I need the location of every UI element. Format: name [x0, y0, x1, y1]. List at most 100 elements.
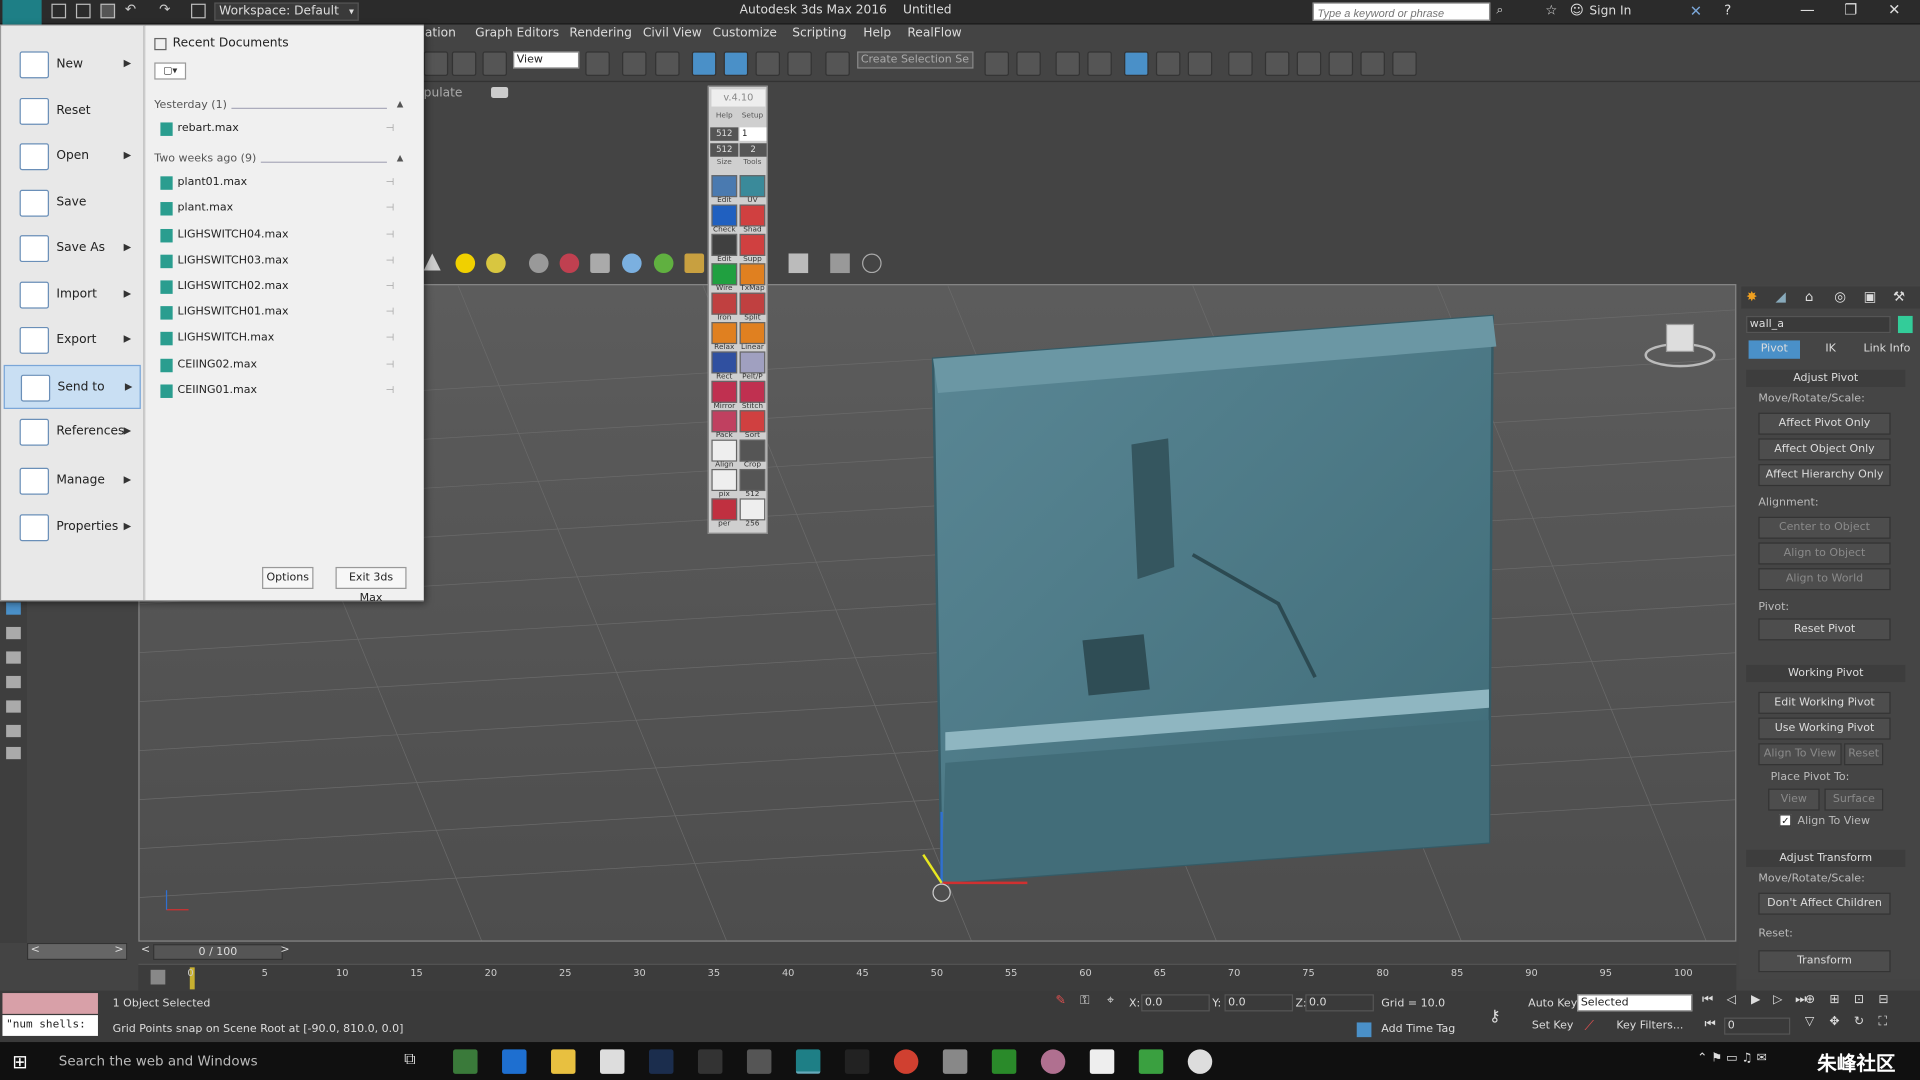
scene-explorer-icon[interactable] — [1087, 51, 1112, 76]
uv-tool-button[interactable] — [739, 292, 766, 315]
app-menu-save-as[interactable]: Save As ▶ — [4, 227, 141, 271]
task-view-icon[interactable]: ⧉ — [404, 1051, 415, 1069]
uv-tool-button[interactable] — [739, 468, 766, 492]
affect-hierarchy-only-button[interactable]: Affect Hierarchy Only — [1758, 464, 1891, 487]
pin-icon[interactable]: ⊣ — [386, 122, 395, 133]
keyboard-shortcut-icon[interactable] — [655, 51, 680, 76]
molecule-icon[interactable] — [559, 253, 580, 274]
track-bar[interactable]: 0 5 10 15 20 25 30 35 40 45 50 55 60 65 70 75 80 85 90 95 10… — [138, 963, 1737, 991]
align-icon[interactable] — [1016, 51, 1041, 76]
select-manipulate-icon[interactable] — [622, 51, 647, 76]
bone-icon[interactable] — [590, 253, 610, 274]
tab-ik[interactable]: IK — [1810, 340, 1852, 358]
zoom-extents-all-icon[interactable]: ⊟ — [1878, 993, 1888, 1006]
pin-icon[interactable]: ⊣ — [386, 358, 395, 369]
reset-working-pivot-button[interactable]: Reset — [1844, 743, 1884, 766]
taskbar-app-1-icon[interactable] — [453, 1049, 478, 1074]
uv-tool-button[interactable] — [711, 292, 738, 315]
time-slider-thumb[interactable]: 0 / 100 — [153, 944, 283, 961]
recent-file-item[interactable]: LIGHSWITCH01.max ⊣ — [158, 303, 403, 325]
tools-tab[interactable]: Tools — [740, 158, 766, 169]
ribbon-icon[interactable] — [1124, 51, 1149, 76]
rollout-adjust-transform[interactable]: Adjust Transform — [1746, 849, 1906, 867]
dont-affect-children-button[interactable]: Don't Affect Children — [1758, 892, 1891, 915]
uv-tool-button[interactable] — [711, 410, 738, 433]
photos-icon[interactable] — [746, 1049, 772, 1074]
uv-tool-button[interactable] — [739, 322, 766, 345]
pin-icon[interactable]: ⊣ — [386, 254, 395, 265]
sort-icon[interactable] — [6, 626, 21, 640]
layer-manager-icon[interactable] — [1055, 51, 1081, 76]
menu-rendering[interactable]: Rendering — [569, 27, 632, 40]
chrome-icon[interactable] — [893, 1049, 919, 1074]
menu-animation[interactable]: ation — [425, 27, 456, 40]
selected-dropdown[interactable]: Selected — [1577, 994, 1693, 1012]
center-to-object-button[interactable]: Center to Object — [1758, 516, 1891, 539]
schematic-view-icon[interactable] — [1187, 51, 1213, 76]
maximize-viewport-icon[interactable]: ⛶ — [1878, 1015, 1887, 1028]
res1-field[interactable]: 512 — [710, 127, 739, 141]
collapse-icon[interactable]: ▲ — [397, 153, 404, 163]
orbit-icon[interactable]: ↻ — [1854, 1015, 1864, 1028]
scale-tool-icon[interactable] — [451, 51, 477, 76]
explorer-scrollbar[interactable]: < > — [26, 942, 128, 961]
unreal-icon[interactable] — [1187, 1049, 1213, 1074]
ribbon-toggle-icon[interactable] — [491, 86, 509, 98]
list-icon[interactable] — [6, 675, 21, 689]
maxscript-listener-pink[interactable] — [2, 993, 98, 1014]
app-menu-save[interactable]: Save — [4, 181, 141, 225]
undo-icon[interactable]: ↶ — [125, 1, 136, 17]
percent-snap-icon[interactable] — [755, 51, 781, 76]
hierarchy-icon[interactable] — [6, 746, 21, 760]
pin-icon[interactable]: ⊣ — [386, 228, 395, 239]
app-black-icon[interactable] — [844, 1049, 870, 1074]
next-frame-icon[interactable]: > — [280, 944, 289, 956]
auto-key-button[interactable]: Auto Key — [1528, 998, 1577, 1010]
uv-tool-button[interactable] — [739, 233, 766, 256]
recent-file-item[interactable]: LIGHSWITCH02.max ⊣ — [158, 277, 403, 299]
rollout-adjust-pivot[interactable]: Adjust Pivot — [1746, 369, 1906, 387]
collapse-icon[interactable]: ▲ — [397, 99, 404, 109]
uv-tool-button[interactable] — [711, 204, 738, 227]
app-menu-export[interactable]: Export ▶ — [4, 318, 141, 362]
material-editor-icon[interactable] — [1228, 51, 1253, 76]
edit-named-sets-icon[interactable] — [825, 51, 850, 76]
menu-help[interactable]: Help — [863, 27, 891, 40]
align-to-view-checkbox[interactable]: ✓ — [1779, 814, 1792, 827]
menu-scripting[interactable]: Scripting — [792, 27, 846, 40]
user-icon[interactable]: ☺ — [1570, 2, 1584, 18]
close-x-icon[interactable]: ✕ — [1690, 2, 1702, 19]
object-name-field[interactable]: wall_a — [1746, 315, 1891, 334]
app-green-icon[interactable] — [991, 1049, 1017, 1074]
key-filters-button[interactable]: Key Filters... — [1616, 1020, 1683, 1032]
epic-games-icon[interactable] — [697, 1049, 723, 1074]
exit-3ds-max-button[interactable]: Exit 3ds Max — [335, 566, 407, 605]
app-c-icon[interactable] — [1089, 1049, 1115, 1074]
play-icon[interactable]: ▶ — [1751, 993, 1760, 1006]
help-icon[interactable]: ? — [1724, 2, 1731, 18]
reset-pivot-button[interactable]: Reset Pivot — [1758, 618, 1891, 641]
sphere-icon[interactable] — [486, 253, 506, 274]
menu-customize[interactable]: Customize — [713, 27, 777, 40]
zoom-all-icon[interactable]: ⊞ — [1829, 993, 1839, 1006]
layers-icon[interactable] — [830, 253, 850, 274]
place-pivot-view-button[interactable]: View — [1768, 788, 1820, 811]
windows-start-icon[interactable]: ⊞ — [12, 1051, 27, 1073]
pin-icon[interactable]: ⊣ — [386, 332, 395, 343]
maxscript-listener[interactable]: "num shells: — [2, 1015, 98, 1036]
filter-icon[interactable] — [6, 700, 21, 713]
add-time-tag-icon[interactable] — [1356, 1022, 1372, 1038]
uv-tool-button[interactable] — [739, 380, 766, 403]
recent-file-item[interactable]: CEIING02.max ⊣ — [158, 355, 403, 377]
reset-transform-button[interactable]: Transform — [1758, 950, 1891, 973]
uv-tool-button[interactable] — [739, 410, 766, 433]
app-menu-properties[interactable]: Properties ▶ — [4, 506, 141, 550]
ref-coord-dropdown[interactable]: View — [513, 51, 580, 69]
recent-file-item[interactable]: LIGHSWITCH04.max ⊣ — [158, 225, 403, 247]
res2-field[interactable]: 512 — [710, 143, 739, 157]
recent-file-item[interactable]: plant.max ⊣ — [158, 199, 403, 221]
photoshop-icon[interactable] — [648, 1049, 674, 1074]
uv-tool-button[interactable] — [739, 204, 766, 227]
recent-file-item[interactable]: plant01.max ⊣ — [158, 173, 403, 195]
render-setup-icon[interactable] — [1264, 51, 1290, 76]
